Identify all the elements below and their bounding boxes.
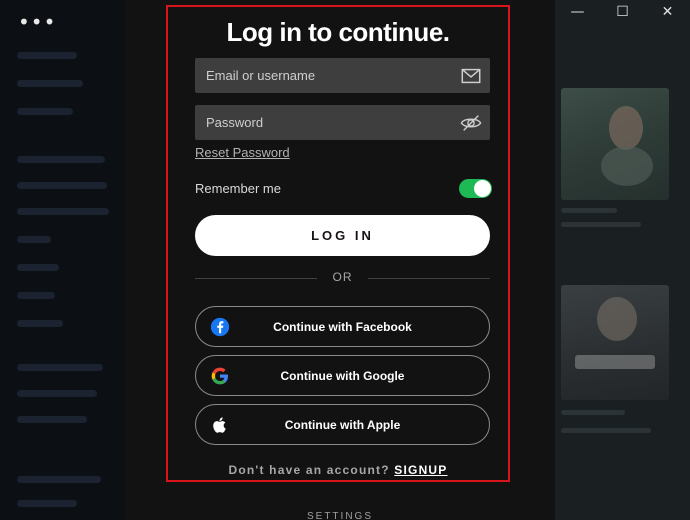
background-right-panel	[555, 0, 690, 520]
bg-album-art	[561, 88, 669, 200]
bg-text-line	[561, 428, 651, 433]
bg-sidebar-item	[17, 416, 87, 423]
bg-album-art	[561, 285, 669, 400]
continue-facebook-button[interactable]: Continue with Facebook	[195, 306, 490, 347]
eye-off-icon[interactable]	[460, 112, 482, 134]
or-label: OR	[332, 270, 353, 284]
bg-sidebar-item	[17, 320, 63, 327]
continue-apple-button[interactable]: Continue with Apple	[195, 404, 490, 445]
login-button[interactable]: LOG IN	[195, 215, 490, 256]
signup-prompt-text: Don't have an account?	[228, 463, 390, 477]
envelope-icon	[461, 68, 481, 84]
remember-me-label: Remember me	[195, 181, 281, 196]
signup-link[interactable]: SIGNUP	[394, 463, 447, 477]
bg-sidebar-item	[17, 108, 73, 115]
bg-sidebar-item	[17, 236, 51, 243]
password-input[interactable]	[195, 105, 456, 140]
continue-google-button[interactable]: Continue with Google	[195, 355, 490, 396]
page-title: Log in to continue.	[226, 17, 450, 47]
bg-text-line	[561, 222, 641, 227]
email-field	[195, 58, 490, 93]
password-field	[195, 105, 490, 140]
bg-text-line	[561, 410, 625, 415]
window-controls: — ☐ ✕	[555, 0, 690, 24]
menu-dots-icon[interactable]: •••	[18, 12, 56, 32]
bg-text-line	[561, 208, 617, 213]
bg-sidebar-item	[17, 364, 103, 371]
bg-sidebar-item	[17, 208, 109, 215]
bg-sidebar-item	[17, 292, 55, 299]
app-window: ••• — ☐ ✕ SETTINGS Log in to continue. E…	[0, 0, 690, 520]
bg-sidebar-item	[17, 182, 107, 189]
divider-line	[368, 278, 490, 279]
close-icon[interactable]: ✕	[645, 0, 690, 24]
bg-sidebar-item	[17, 264, 59, 271]
minimize-icon[interactable]: —	[555, 0, 600, 24]
email-input[interactable]	[195, 58, 456, 93]
bg-sidebar-item	[17, 156, 105, 163]
signup-prompt: Don't have an account? SIGNUP	[168, 463, 508, 477]
bg-sidebar-item	[17, 52, 77, 59]
apple-label: Continue with Apple	[284, 418, 401, 432]
background-sidebar: •••	[0, 0, 125, 520]
facebook-label: Continue with Facebook	[273, 320, 412, 334]
bg-sidebar-item	[17, 390, 97, 397]
bg-sidebar-item	[17, 500, 77, 507]
or-divider: OR	[195, 270, 490, 286]
reset-password-link[interactable]: Reset Password	[195, 145, 290, 160]
bg-sidebar-item	[17, 476, 101, 483]
google-label: Continue with Google	[280, 369, 405, 383]
toggle-knob	[474, 180, 491, 197]
remember-me-toggle[interactable]	[459, 179, 492, 198]
login-panel: Log in to continue. Reset Password Remem…	[166, 5, 510, 482]
maximize-icon[interactable]: ☐	[600, 0, 645, 24]
bg-sidebar-item	[17, 80, 83, 87]
settings-link[interactable]: SETTINGS	[125, 511, 555, 520]
